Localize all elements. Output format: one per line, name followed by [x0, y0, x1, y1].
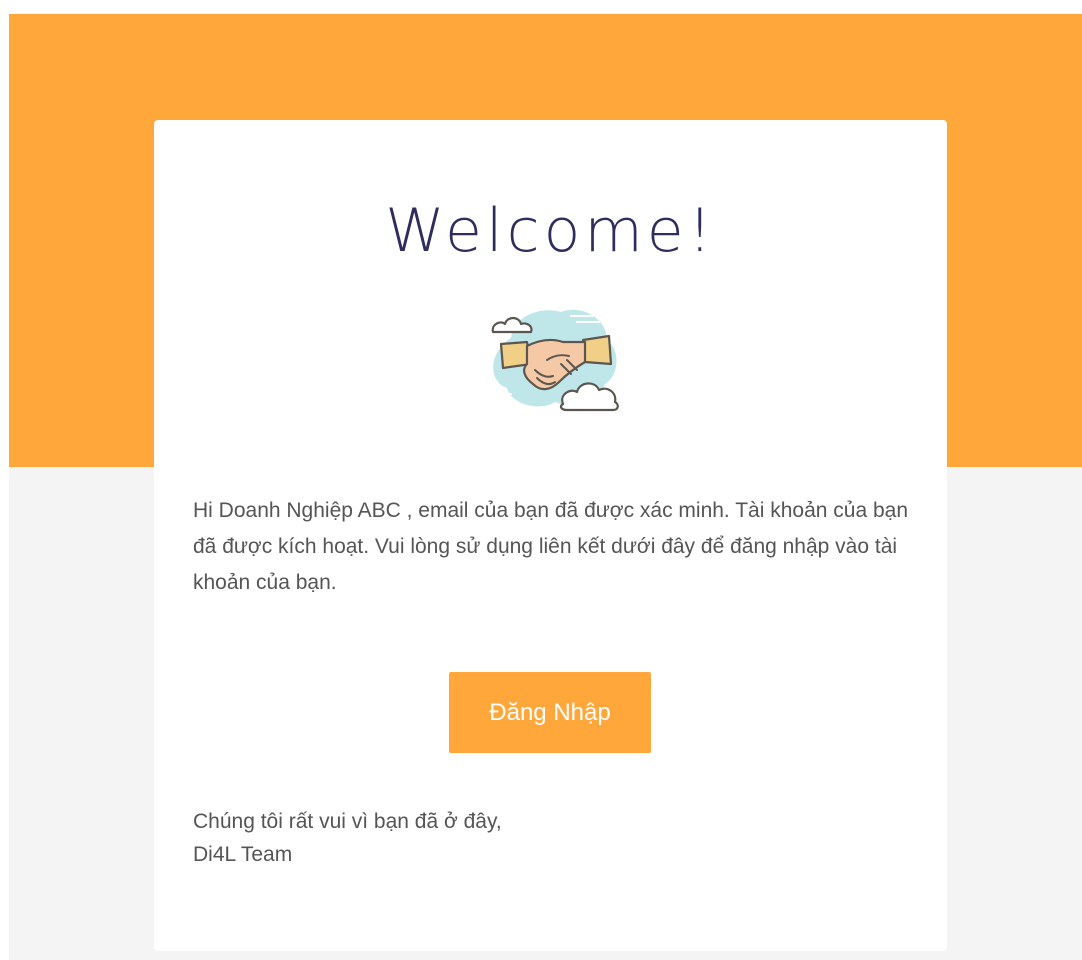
login-button[interactable]: Đăng Nhập: [449, 672, 651, 753]
handshake-icon: [481, 298, 626, 418]
signoff: Chúng tôi rất vui vì bạn đã ở đây, Di4L …: [193, 805, 893, 871]
welcome-title: Welcome!: [385, 196, 716, 266]
email-card: Welcome! Hi Doanh Nghiệp ABC , email của…: [154, 120, 947, 951]
signoff-line: Chúng tôi rất vui vì bạn đã ở đây,: [193, 810, 502, 833]
email-page: Welcome! Hi Doanh Nghiệp ABC , email của…: [9, 14, 1082, 960]
verification-message: Hi Doanh Nghiệp ABC , email của bạn đã đ…: [193, 499, 909, 594]
team-signature: Di4L Team: [193, 843, 293, 866]
